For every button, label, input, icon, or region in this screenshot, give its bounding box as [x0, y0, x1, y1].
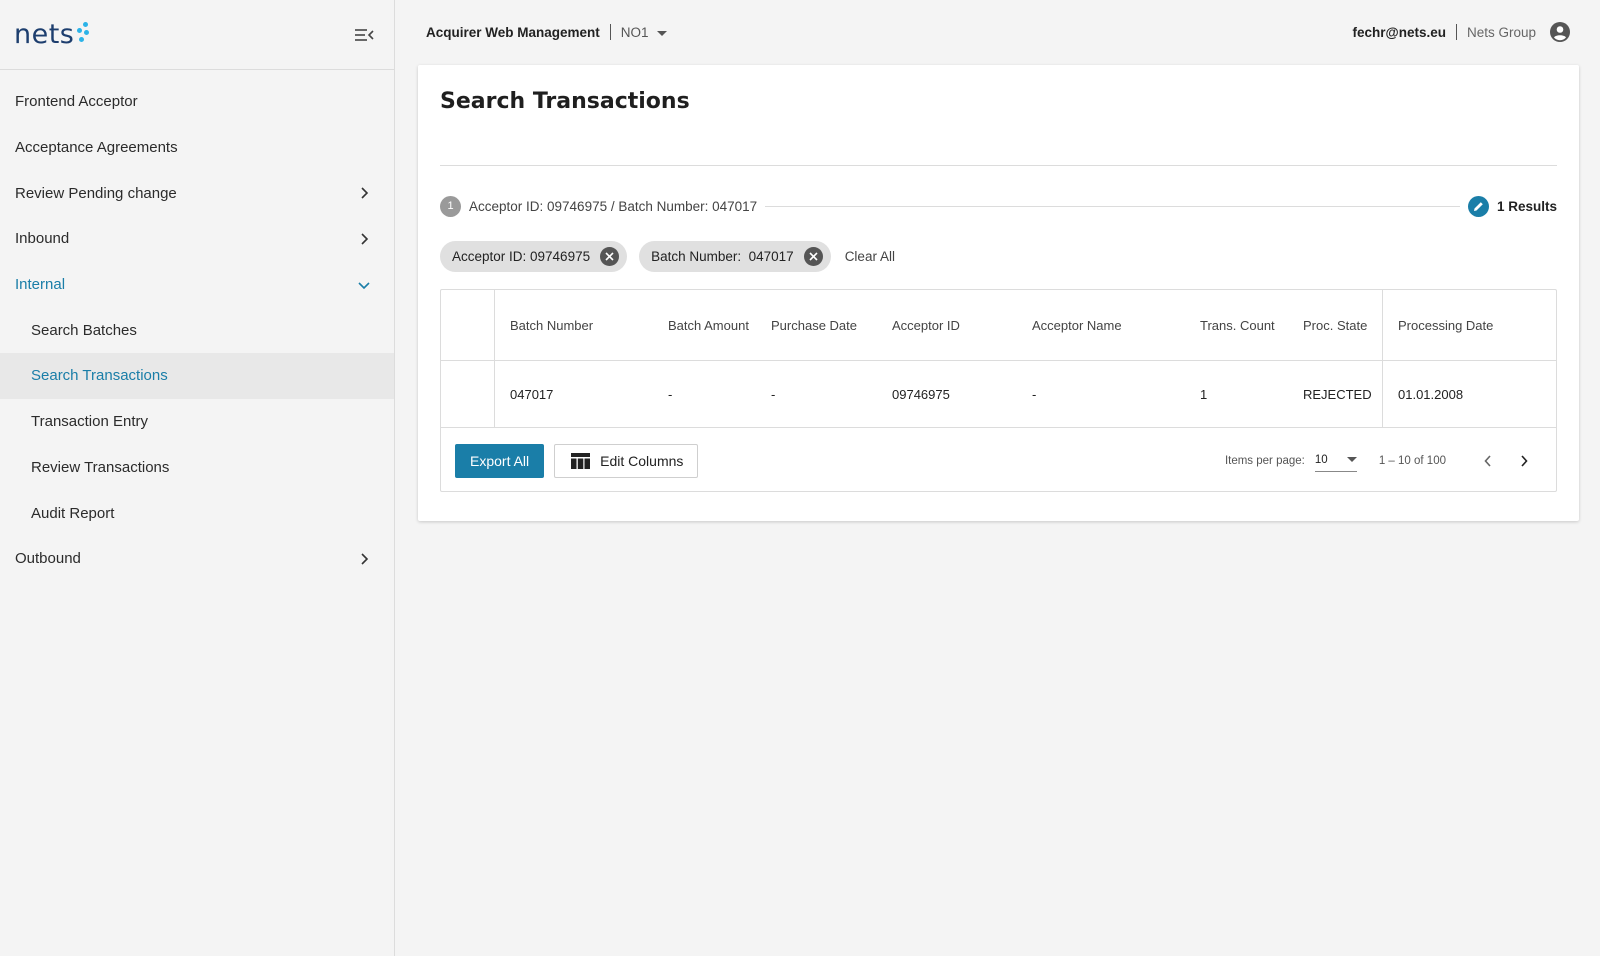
- transactions-table: Batch Number Batch Amount Purchase Date …: [440, 289, 1557, 492]
- sidebar-item-label: Acceptance Agreements: [15, 139, 178, 157]
- edit-columns-button[interactable]: Edit Columns: [554, 443, 699, 478]
- user-email: fechr@nets.eu: [1352, 24, 1446, 40]
- clear-all-button[interactable]: Clear All: [845, 249, 895, 264]
- sidebar-item-label: Internal: [15, 276, 66, 294]
- chevron-right-icon: [356, 185, 372, 201]
- table-header: Batch Number Batch Amount Purchase Date …: [441, 290, 1556, 361]
- step-number: 1: [440, 195, 461, 217]
- sidebar-item-review-transactions[interactable]: Review Transactions: [0, 445, 394, 491]
- select-column-header: [441, 290, 495, 360]
- column-header-acceptor-id[interactable]: Acceptor ID: [877, 290, 1017, 360]
- chevron-right-icon: [356, 231, 372, 247]
- column-header-batch-number[interactable]: Batch Number: [495, 290, 653, 360]
- sidebar-item-audit-report[interactable]: Audit Report: [0, 490, 394, 536]
- page-range: 1 – 10 of 100: [1378, 454, 1446, 467]
- sidebar-item-label: Transaction Entry: [31, 413, 148, 431]
- column-header-batch-amount[interactable]: Batch Amount: [653, 290, 756, 360]
- column-header-acceptor-name[interactable]: Acceptor Name: [1017, 290, 1185, 360]
- table-cell: 1: [1200, 386, 1208, 402]
- table-cell: 047017: [510, 386, 554, 402]
- table-cell: REJECTED: [1288, 361, 1383, 427]
- collapse-menu-icon[interactable]: [352, 23, 376, 47]
- table-footer: Export All Edit Columns Items per page:: [441, 429, 1556, 492]
- items-per-page-value: 10: [1314, 454, 1328, 466]
- page-title: Search Transactions: [440, 89, 690, 114]
- sidebar-item-frontend-acceptor[interactable]: Frontend Acceptor: [0, 79, 394, 125]
- sidebar-item-label: Outbound: [15, 550, 81, 568]
- edit-columns-label: Edit Columns: [600, 452, 684, 469]
- items-per-page-select[interactable]: 10: [1314, 450, 1357, 472]
- results-count: 1 Results: [1496, 198, 1557, 214]
- table-cell: 01.01.2008: [1398, 386, 1464, 402]
- remove-filter-icon[interactable]: [600, 247, 620, 266]
- search-summary: Acceptor ID: 09746975 / Batch Number: 04…: [469, 198, 758, 214]
- divider: [440, 165, 1557, 166]
- sidebar-item-review-pending-change[interactable]: Review Pending change: [0, 170, 394, 216]
- divider: [609, 24, 611, 40]
- sidebar-item-search-batches[interactable]: Search Batches: [0, 307, 394, 353]
- previous-page-icon[interactable]: [1476, 449, 1500, 473]
- sidebar-item-label: Review Pending change: [15, 184, 177, 202]
- table-cell: -: [668, 386, 673, 402]
- chevron-right-icon: [356, 551, 372, 567]
- column-header-proc-state[interactable]: Proc. State: [1288, 290, 1383, 360]
- top-bar: Acquirer Web Management NO1 fechr@nets.e…: [396, 0, 1600, 64]
- chip-label: Acceptor ID: 09746975: [452, 249, 591, 264]
- items-per-page-label: Items per page:: [1224, 454, 1305, 467]
- export-all-button[interactable]: Export All: [455, 443, 545, 478]
- sidebar: nets Frontend Acceptor Acceptance Agreem…: [0, 0, 395, 956]
- table-cell: -: [1032, 386, 1037, 402]
- divider: [1455, 24, 1457, 40]
- column-header-purchase-date[interactable]: Purchase Date: [756, 290, 877, 360]
- sidebar-item-internal[interactable]: Internal: [0, 262, 394, 308]
- filter-chip-batch-number: Batch Number: 047017: [639, 241, 831, 272]
- sidebar-item-transaction-entry[interactable]: Transaction Entry: [0, 399, 394, 445]
- table-columns-icon: [571, 452, 591, 469]
- chip-label: Batch Number: 047017: [651, 249, 794, 264]
- logo-text: nets: [14, 19, 75, 50]
- table-cell: 09746975: [892, 386, 950, 402]
- row-select-cell: [441, 361, 495, 427]
- sidebar-item-label: Inbound: [15, 230, 70, 248]
- table-row[interactable]: 047017 - - 09746975 - 1 REJECTED 01.01.2…: [441, 361, 1556, 428]
- filter-chips: Acceptor ID: 09746975 Batch Number: 0470…: [440, 241, 895, 272]
- sidebar-item-label: Search Batches: [31, 321, 137, 339]
- app-title: Acquirer Web Management: [426, 24, 600, 40]
- chevron-down-icon: [356, 277, 372, 293]
- top-bar-right: fechr@nets.eu Nets Group: [1353, 22, 1570, 42]
- caret-down-icon: [656, 25, 667, 40]
- sidebar-nav: Frontend Acceptor Acceptance Agreements …: [0, 70, 394, 582]
- edit-search-icon[interactable]: [1467, 195, 1489, 217]
- account-circle-icon[interactable]: [1550, 22, 1570, 42]
- step-connector: [765, 205, 1460, 207]
- table-cell: -: [771, 386, 776, 402]
- search-stepper: 1 Acceptor ID: 09746975 / Batch Number: …: [440, 195, 1557, 217]
- environment-value: NO1: [620, 24, 649, 40]
- sidebar-item-outbound[interactable]: Outbound: [0, 536, 394, 582]
- sidebar-item-label: Frontend Acceptor: [15, 93, 138, 111]
- app: nets Frontend Acceptor Acceptance Agreem…: [0, 0, 1600, 956]
- sidebar-item-search-transactions[interactable]: Search Transactions: [0, 353, 394, 399]
- next-page-icon[interactable]: [1512, 449, 1536, 473]
- search-transactions-card: Search Transactions 1 Acceptor ID: 09746…: [418, 65, 1579, 521]
- environment-select[interactable]: NO1: [621, 25, 667, 40]
- remove-filter-icon[interactable]: [803, 247, 823, 266]
- sidebar-item-acceptance-agreements[interactable]: Acceptance Agreements: [0, 125, 394, 171]
- organization-name: Nets Group: [1466, 24, 1536, 40]
- nets-logo: nets: [14, 21, 91, 48]
- caret-down-icon: [1346, 454, 1357, 466]
- logo-dots-icon: [77, 22, 91, 44]
- paginator: Items per page: 10 1 – 10 of 100: [1225, 449, 1542, 473]
- column-header-processing-date[interactable]: Processing Date: [1383, 290, 1556, 360]
- sidebar-item-label: Audit Report: [31, 504, 115, 522]
- brand-bar: nets: [0, 0, 394, 70]
- top-bar-left: Acquirer Web Management NO1: [426, 24, 667, 40]
- filter-chip-acceptor-id: Acceptor ID: 09746975: [440, 241, 628, 272]
- sidebar-item-label: Review Transactions: [31, 458, 170, 476]
- sidebar-item-label: Search Transactions: [31, 367, 168, 385]
- column-header-trans-count[interactable]: Trans. Count: [1185, 290, 1288, 360]
- sidebar-item-inbound[interactable]: Inbound: [0, 216, 394, 262]
